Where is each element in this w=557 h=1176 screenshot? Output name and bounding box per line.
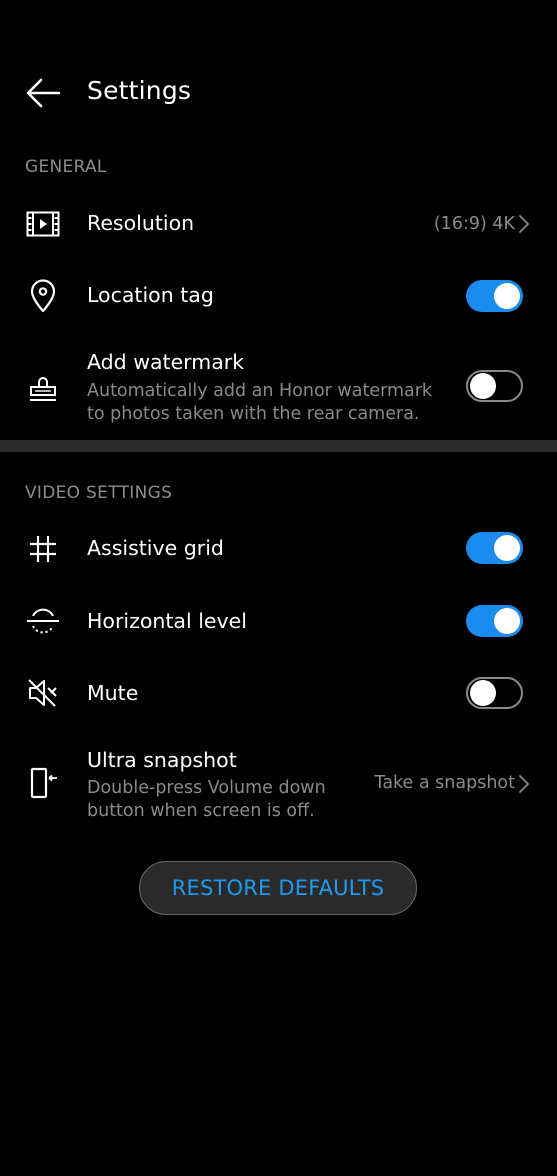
ultra-snapshot-row[interactable]: Ultra snapshot Double-press Volume down … <box>0 738 557 833</box>
chevron-right-icon <box>519 215 529 233</box>
assistive-grid-toggle[interactable] <box>466 532 523 564</box>
toggle-knob <box>470 373 496 399</box>
add-watermark-desc-line2: to photos taken with the rear camera. <box>87 404 420 424</box>
toggle-knob <box>494 535 520 561</box>
video-frame-icon <box>24 205 62 243</box>
page-title: Settings <box>87 76 192 105</box>
resolution-value: (16:9) 4K <box>433 214 515 234</box>
ultra-snapshot-title: Ultra snapshot <box>87 748 237 772</box>
mute-row[interactable]: Mute <box>0 659 557 727</box>
add-watermark-row[interactable]: Add watermark Automatically add an Honor… <box>0 340 557 435</box>
mute-toggle[interactable] <box>466 677 523 709</box>
section-divider <box>0 440 557 452</box>
horizontal-level-title: Horizontal level <box>87 609 247 633</box>
level-icon <box>24 602 62 640</box>
location-pin-icon <box>24 277 62 315</box>
top-app-bar: Settings <box>0 54 557 130</box>
location-tag-row[interactable]: Location tag <box>0 262 557 330</box>
resolution-title: Resolution <box>87 211 195 235</box>
restore-defaults-button[interactable]: RESTORE DEFAULTS <box>139 861 417 915</box>
toggle-knob <box>470 680 496 706</box>
location-tag-title: Location tag <box>87 283 214 307</box>
grid-icon <box>24 530 62 568</box>
mute-title: Mute <box>87 681 139 705</box>
horizontal-level-toggle[interactable] <box>466 605 523 637</box>
ultra-snapshot-value: Take a snapshot <box>374 773 515 793</box>
add-watermark-toggle[interactable] <box>466 370 523 402</box>
phone-snapshot-icon <box>24 764 62 802</box>
add-watermark-title: Add watermark <box>87 350 245 374</box>
back-button[interactable] <box>22 72 64 114</box>
speaker-mute-icon <box>24 674 62 712</box>
assistive-grid-title: Assistive grid <box>87 536 224 560</box>
ultra-snapshot-desc-line2: button when screen is off. <box>87 801 315 821</box>
horizontal-level-row[interactable]: Horizontal level <box>0 587 557 655</box>
toggle-knob <box>494 283 520 309</box>
add-watermark-desc-line1: Automatically add an Honor watermark <box>87 381 433 401</box>
toggle-knob <box>494 608 520 634</box>
section-title-video-settings: VIDEO SETTINGS <box>25 483 173 503</box>
location-tag-toggle[interactable] <box>466 280 523 312</box>
stamp-icon <box>24 368 62 406</box>
section-title-general: GENERAL <box>25 157 107 177</box>
arrow-left-icon <box>26 78 61 108</box>
resolution-row[interactable]: Resolution (16:9) 4K <box>0 190 557 258</box>
assistive-grid-row[interactable]: Assistive grid <box>0 514 557 582</box>
chevron-right-icon <box>519 775 529 793</box>
ultra-snapshot-desc-line1: Double-press Volume down <box>87 778 326 798</box>
